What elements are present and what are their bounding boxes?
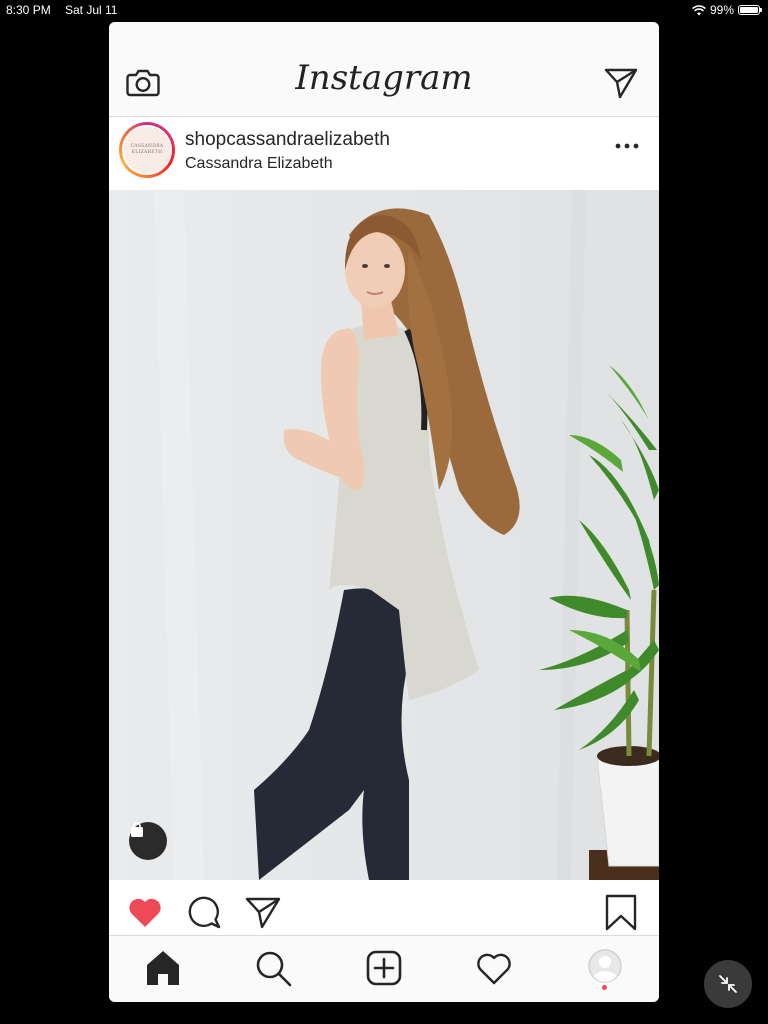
bookmark-icon[interactable] (601, 892, 641, 932)
notification-dot (602, 985, 607, 990)
avatar-logo: CASSANDRA ELIZABETH (124, 127, 170, 173)
post-photo[interactable] (109, 190, 659, 880)
avatar[interactable]: CASSANDRA ELIZABETH (119, 122, 175, 178)
instagram-app: Instagram CASSANDRA ELIZABETH shopcassan… (109, 22, 659, 1002)
home-icon[interactable] (143, 948, 183, 988)
profile-icon (588, 949, 622, 983)
shopping-bag-icon (131, 822, 143, 837)
more-options-icon[interactable] (615, 141, 639, 151)
post-header: CASSANDRA ELIZABETH shopcassandraelizabe… (109, 117, 659, 190)
status-right: 99% (692, 0, 762, 20)
status-bar: 8:30 PM Sat Jul 11 99% (0, 0, 768, 20)
share-icon[interactable] (243, 892, 283, 932)
direct-send-icon[interactable] (603, 66, 639, 100)
battery-icon (738, 5, 762, 15)
status-date: Sat Jul 11 (65, 3, 118, 17)
tab-bar (109, 935, 659, 1002)
photo-illustration (154, 190, 659, 880)
post-username[interactable]: shopcassandraelizabeth (185, 129, 390, 151)
instagram-logo: Instagram (295, 58, 473, 98)
profile-tab[interactable] (585, 948, 625, 990)
post-fullname: Cassandra Elizabeth (185, 155, 333, 172)
app-header: Instagram (109, 22, 659, 117)
heart-filled-icon[interactable] (125, 892, 165, 932)
wifi-icon (692, 4, 706, 15)
battery-fill (740, 7, 758, 13)
status-time: 8:30 PM (6, 3, 51, 17)
minimize-arrows-icon (719, 975, 737, 993)
avatar-text-line-2: ELIZABETH (131, 150, 163, 155)
search-icon[interactable] (253, 948, 293, 988)
post-actions (109, 880, 659, 936)
comment-icon[interactable] (185, 892, 225, 932)
battery-percent: 99% (709, 3, 734, 17)
shopping-bag-button[interactable] (129, 822, 167, 860)
activity-icon[interactable] (474, 948, 514, 988)
minimize-button[interactable] (704, 960, 752, 1008)
avatar-image: CASSANDRA ELIZABETH (122, 125, 172, 175)
new-post-icon[interactable] (364, 948, 404, 988)
